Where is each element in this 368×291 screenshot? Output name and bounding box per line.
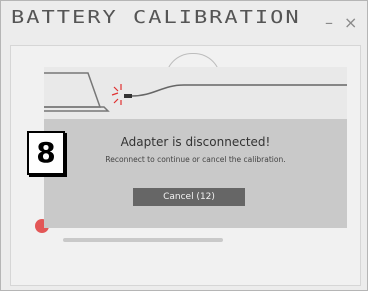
dialog-message: Reconnect to continue or cancel the cali… [105,155,286,164]
adapter-disconnected-dialog: Adapter is disconnected! Reconnect to co… [44,67,347,228]
close-button[interactable]: × [344,15,357,31]
minimize-button[interactable]: – [325,15,333,31]
illustration [44,67,347,119]
dialog-title: Adapter is disconnected! [120,135,271,149]
background-note [63,238,223,242]
title-bar: BATTERY CALIBRATION – × [1,1,367,41]
cancel-button[interactable]: Cancel (12) [133,188,245,206]
window-title: BATTERY CALIBRATION [11,8,301,28]
step-number-badge: 8 [27,131,65,175]
battery-calibration-window: BATTERY CALIBRATION – × Adapter is disco… [0,0,368,291]
laptop-icon [44,72,110,112]
plug-disconnect-icon [111,84,347,105]
